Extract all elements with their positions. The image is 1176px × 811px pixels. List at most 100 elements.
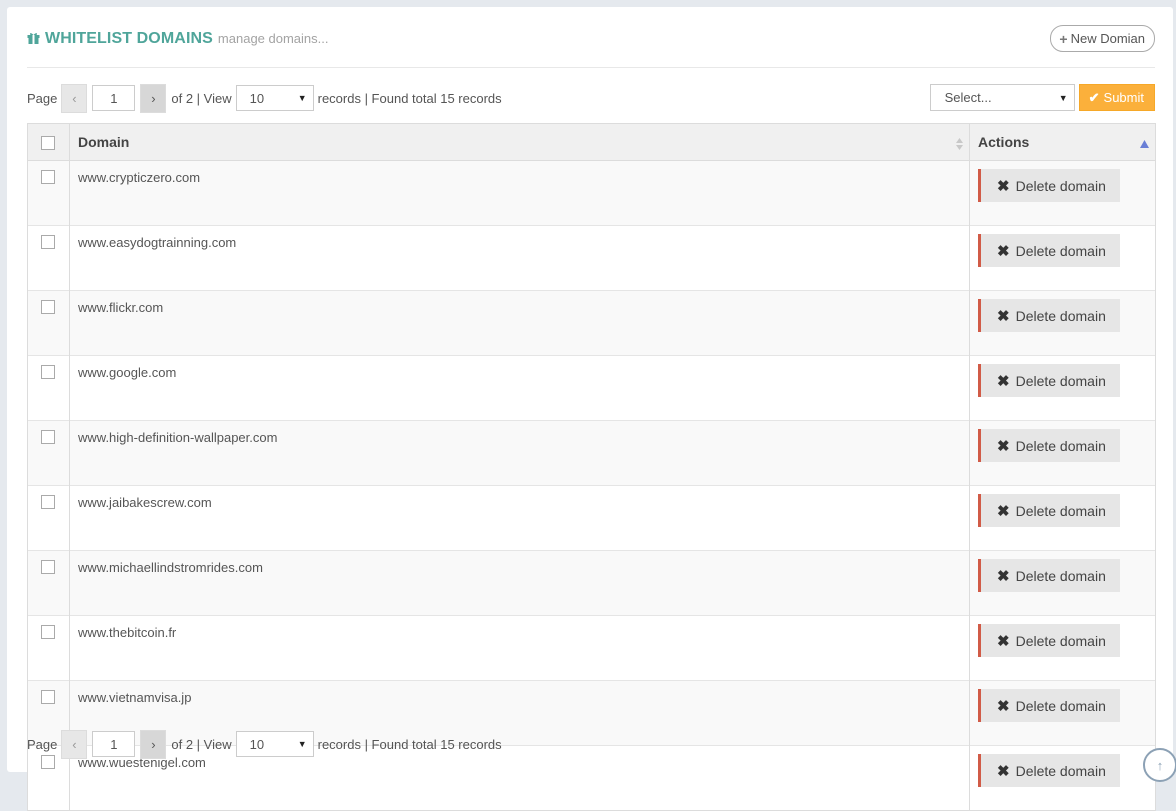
delete-domain-button[interactable]: ✖ Delete domain xyxy=(978,169,1120,202)
actions-cell: ✖ Delete domain xyxy=(969,485,1156,551)
close-icon: ✖ xyxy=(997,177,1010,195)
row-select-cell xyxy=(27,355,70,421)
sort-icon xyxy=(956,137,963,150)
delete-domain-button[interactable]: ✖ Delete domain xyxy=(978,299,1120,332)
domain-name: www.high-definition-wallpaper.com xyxy=(78,430,278,445)
sort-asc-icon xyxy=(1140,135,1149,148)
row-checkbox[interactable] xyxy=(41,495,55,509)
close-icon: ✖ xyxy=(997,242,1010,260)
domain-cell: www.google.com xyxy=(69,355,970,421)
page-label: Page xyxy=(27,90,58,106)
row-checkbox[interactable] xyxy=(41,690,55,704)
new-domain-label: New Domian xyxy=(1070,31,1145,46)
domain-name: www.google.com xyxy=(78,365,177,380)
row-select-cell xyxy=(27,160,70,226)
domain-column-header[interactable]: Domain xyxy=(69,123,970,161)
page-subtitle: manage domains... xyxy=(217,31,329,46)
delete-domain-button[interactable]: ✖ Delete domain xyxy=(978,754,1120,787)
prev-page-button[interactable]: ‹ xyxy=(61,83,88,113)
row-select-cell xyxy=(27,420,70,486)
main-panel: WHITELIST DOMAINS manage domains... + Ne… xyxy=(7,7,1176,811)
scroll-to-top-button[interactable]: ↑ xyxy=(1143,748,1176,782)
actions-cell: ✖ Delete domain xyxy=(969,745,1156,811)
delete-domain-label: Delete domain xyxy=(1015,567,1106,584)
records-text: records | Found total 15 records xyxy=(317,736,502,752)
delete-domain-label: Delete domain xyxy=(1015,632,1106,649)
next-page-button[interactable]: › xyxy=(140,729,167,759)
prev-page-button[interactable]: ‹ xyxy=(61,729,88,759)
delete-domain-label: Delete domain xyxy=(1015,697,1106,714)
actions-cell: ✖ Delete domain xyxy=(969,680,1156,746)
domain-cell: www.crypticzero.com xyxy=(69,160,970,226)
bulk-action-select[interactable]: Select... ▼ xyxy=(929,84,1075,111)
close-icon: ✖ xyxy=(997,697,1010,715)
next-page-button[interactable]: › xyxy=(140,83,167,113)
table-row: www.crypticzero.com ✖ Delete domain xyxy=(27,160,1156,226)
delete-domain-button[interactable]: ✖ Delete domain xyxy=(978,494,1120,527)
row-checkbox[interactable] xyxy=(41,300,55,314)
row-checkbox[interactable] xyxy=(41,365,55,379)
delete-domain-label: Delete domain xyxy=(1015,502,1106,519)
domain-cell: www.high-definition-wallpaper.com xyxy=(69,420,970,486)
bulk-action-value: Select... xyxy=(944,90,992,105)
select-all-checkbox[interactable] xyxy=(41,135,55,150)
delete-domain-button[interactable]: ✖ Delete domain xyxy=(978,234,1120,267)
domain-cell: www.flickr.com xyxy=(69,290,970,356)
delete-domain-label: Delete domain xyxy=(1015,762,1106,779)
actions-cell: ✖ Delete domain xyxy=(969,160,1156,226)
domain-name: www.easydogtrainning.com xyxy=(78,235,237,250)
row-checkbox[interactable] xyxy=(41,170,55,184)
delete-domain-label: Delete domain xyxy=(1015,177,1106,194)
per-page-select[interactable]: 10 ▼ xyxy=(235,731,314,757)
page-of-text: of 2 | View xyxy=(171,736,232,752)
domains-table: Domain Actions www.crypticzero.com ✖ Delet… xyxy=(27,123,1156,811)
domain-name: www.jaibakescrew.com xyxy=(78,495,212,510)
delete-domain-button[interactable]: ✖ Delete domain xyxy=(978,689,1120,722)
delete-domain-label: Delete domain xyxy=(1015,437,1106,454)
delete-domain-button[interactable]: ✖ Delete domain xyxy=(978,624,1120,657)
row-checkbox[interactable] xyxy=(41,560,55,574)
dropdown-caret-icon: ▼ xyxy=(297,93,307,103)
row-select-cell xyxy=(27,225,70,291)
delete-domain-button[interactable]: ✖ Delete domain xyxy=(978,364,1120,397)
submit-button[interactable]: ✔ Submit xyxy=(1078,84,1155,111)
dropdown-caret-icon: ▼ xyxy=(297,739,307,749)
records-text: records | Found total 15 records xyxy=(317,90,502,106)
row-checkbox[interactable] xyxy=(41,430,55,444)
delete-domain-button[interactable]: ✖ Delete domain xyxy=(978,559,1120,592)
table-header-row: Domain Actions xyxy=(27,123,1156,161)
actions-cell: ✖ Delete domain xyxy=(969,355,1156,421)
page-header: WHITELIST DOMAINS manage domains... + Ne… xyxy=(27,25,1155,68)
domain-column-label: Domain xyxy=(78,134,130,150)
close-icon: ✖ xyxy=(997,502,1010,520)
actions-cell: ✖ Delete domain xyxy=(969,420,1156,486)
domain-cell: www.easydogtrainning.com xyxy=(69,225,970,291)
domain-name: www.vietnamvisa.jp xyxy=(78,690,192,705)
row-checkbox[interactable] xyxy=(41,625,55,639)
bulk-actions: Select... ▼ ✔ Submit xyxy=(929,84,1155,111)
actions-column-header[interactable]: Actions xyxy=(969,123,1156,161)
close-icon: ✖ xyxy=(997,372,1010,390)
page-number-input[interactable]: 1 xyxy=(92,85,136,111)
row-checkbox[interactable] xyxy=(41,235,55,249)
arrow-up-icon: ↑ xyxy=(1156,757,1164,773)
new-domain-button[interactable]: + New Domian xyxy=(1050,25,1155,52)
per-page-value: 10 xyxy=(249,90,265,106)
select-all-header xyxy=(27,123,70,161)
table-row: www.thebitcoin.fr ✖ Delete domain xyxy=(27,615,1156,681)
pager-top: Page ‹ 1 › of 2 | View 10 ▼ records | Fo… xyxy=(27,83,502,113)
page-number-input[interactable]: 1 xyxy=(92,731,136,757)
page-title: WHITELIST DOMAINS xyxy=(45,30,213,47)
submit-label: Submit xyxy=(1103,90,1144,105)
domain-cell: www.thebitcoin.fr xyxy=(69,615,970,681)
delete-domain-button[interactable]: ✖ Delete domain xyxy=(978,429,1120,462)
table-row: www.michaellindstromrides.com ✖ Delete dom… xyxy=(27,550,1156,616)
actions-cell: ✖ Delete domain xyxy=(969,290,1156,356)
close-icon: ✖ xyxy=(997,632,1010,650)
domain-name: www.thebitcoin.fr xyxy=(78,625,177,640)
domain-cell: www.jaibakescrew.com xyxy=(69,485,970,551)
page-label: Page xyxy=(27,736,58,752)
per-page-select[interactable]: 10 ▼ xyxy=(235,85,314,111)
table-row: www.high-definition-wallpaper.com ✖ Delete… xyxy=(27,420,1156,486)
close-icon: ✖ xyxy=(997,437,1010,455)
